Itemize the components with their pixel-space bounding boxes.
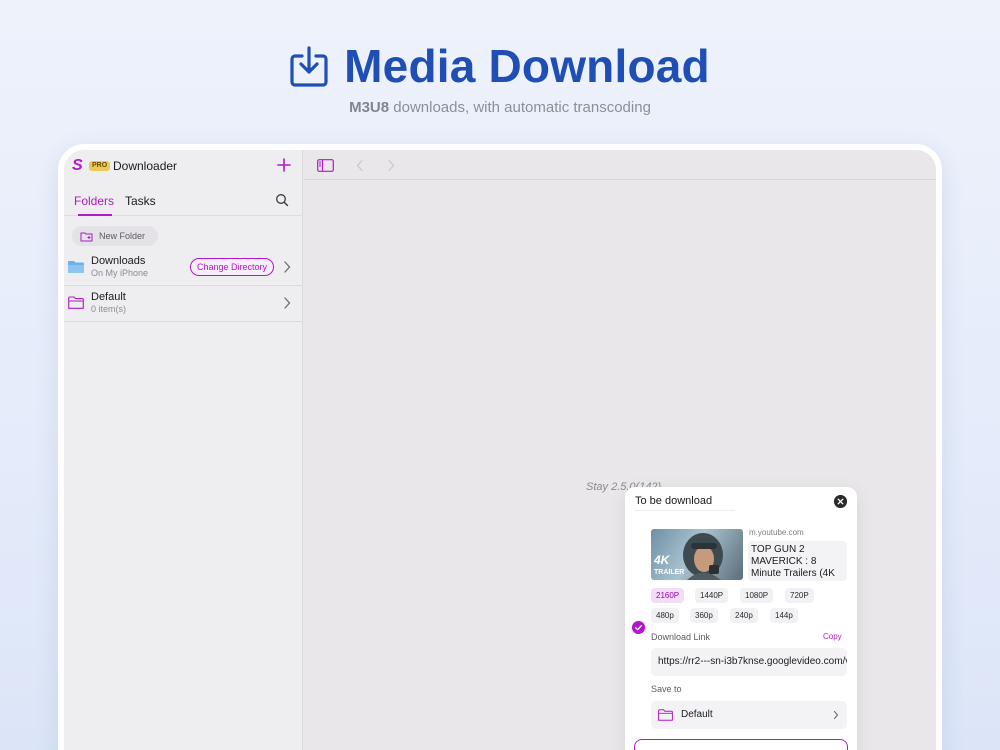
change-directory-button[interactable]: Change Directory bbox=[190, 258, 275, 276]
resolution-option[interactable]: 144p bbox=[770, 608, 798, 623]
back-arrow-icon[interactable] bbox=[356, 159, 364, 172]
download-tray-icon bbox=[290, 46, 328, 87]
new-folder-label: New Folder bbox=[99, 231, 146, 241]
sidebar-tabs: Folders Tasks bbox=[64, 190, 303, 216]
app-logo: S bbox=[72, 157, 83, 174]
save-to-value: Default bbox=[681, 709, 713, 720]
folder-outline-icon bbox=[658, 709, 673, 721]
sidebar-header: S PRO Downloader bbox=[64, 150, 303, 184]
chevron-right-icon bbox=[284, 261, 291, 273]
new-folder-button[interactable]: New Folder bbox=[72, 226, 158, 246]
tab-tasks[interactable]: Tasks bbox=[125, 194, 156, 208]
hero-subtitle-bold: M3U8 bbox=[349, 99, 390, 116]
download-panel: To be download 4K TRAILER m.youtube.com bbox=[625, 487, 857, 750]
resolution-option[interactable]: 1440P bbox=[695, 588, 729, 603]
folder-row-default[interactable]: Default 0 item(s) bbox=[64, 286, 303, 322]
hero-subtitle-text: downloads, with automatic transcoding bbox=[389, 99, 651, 116]
add-button[interactable] bbox=[276, 157, 292, 173]
hero-title: Media Download bbox=[344, 40, 710, 92]
folder-location: On My iPhone bbox=[91, 268, 149, 278]
folder-icon bbox=[68, 261, 84, 273]
folder-name: Default bbox=[91, 291, 126, 303]
chevron-right-icon bbox=[833, 710, 839, 720]
tab-folders[interactable]: Folders bbox=[74, 194, 114, 208]
thumbnail-badge: 4K bbox=[654, 553, 670, 567]
video-source-domain: m.youtube.com bbox=[749, 528, 804, 537]
resolution-option[interactable]: 1080P bbox=[740, 588, 774, 603]
folder-name: Downloads bbox=[91, 255, 146, 267]
copy-button[interactable]: Copy bbox=[823, 632, 842, 641]
checkmark-icon[interactable] bbox=[632, 621, 645, 634]
resolution-option[interactable]: 360p bbox=[690, 608, 718, 623]
hero-title-row: Media Download bbox=[0, 38, 1000, 94]
app-title: Downloader bbox=[113, 159, 178, 173]
download-link-field[interactable]: https://rr2---sn-i3b7knse.googlevideo.co… bbox=[651, 648, 847, 676]
resolution-option[interactable]: 720P bbox=[785, 588, 814, 603]
app-screen: S PRO Downloader Folders Tasks New Folde… bbox=[64, 150, 936, 750]
download-button[interactable] bbox=[634, 739, 848, 750]
video-title-field[interactable]: TOP GUN 2 MAVERICK : 8 Minute Trailers (… bbox=[748, 541, 847, 581]
sidebar: S PRO Downloader Folders Tasks New Folde… bbox=[64, 150, 303, 750]
pro-badge: PRO bbox=[89, 161, 111, 171]
resolution-option[interactable]: 240p bbox=[730, 608, 758, 623]
plus-icon bbox=[277, 158, 291, 172]
save-to-label: Save to bbox=[651, 684, 682, 694]
thumbnail-caption: TRAILER bbox=[654, 569, 685, 576]
resolution-option[interactable]: 480p bbox=[651, 608, 679, 623]
search-icon[interactable] bbox=[275, 193, 289, 207]
chevron-right-icon bbox=[284, 297, 291, 309]
forward-arrow-icon[interactable] bbox=[387, 159, 395, 172]
hero-subtitle: M3U8 downloads, with automatic transcodi… bbox=[0, 99, 1000, 116]
video-thumbnail: 4K TRAILER bbox=[651, 529, 743, 580]
video-title: TOP GUN 2 MAVERICK : 8 Minute Trailers (… bbox=[751, 544, 835, 579]
active-tab-indicator bbox=[78, 214, 112, 216]
resolution-option[interactable]: 2160P bbox=[651, 588, 685, 603]
close-icon[interactable] bbox=[834, 495, 847, 508]
main-content: Stay 2.5.0(142) To be download 4K TRAILE… bbox=[304, 150, 936, 750]
save-to-select[interactable]: Default bbox=[651, 701, 847, 729]
main-toolbar bbox=[304, 150, 936, 180]
divider bbox=[635, 510, 735, 511]
folder-item-count: 0 item(s) bbox=[91, 304, 127, 314]
sidebar-toggle-icon[interactable] bbox=[317, 159, 334, 172]
download-link-label: Download Link bbox=[651, 632, 711, 642]
folder-row-downloads[interactable]: Downloads On My iPhone Change Directory bbox=[64, 250, 303, 286]
panel-title: To be download bbox=[635, 495, 713, 507]
folder-outline-icon bbox=[68, 296, 84, 309]
folder-add-icon bbox=[80, 232, 93, 241]
